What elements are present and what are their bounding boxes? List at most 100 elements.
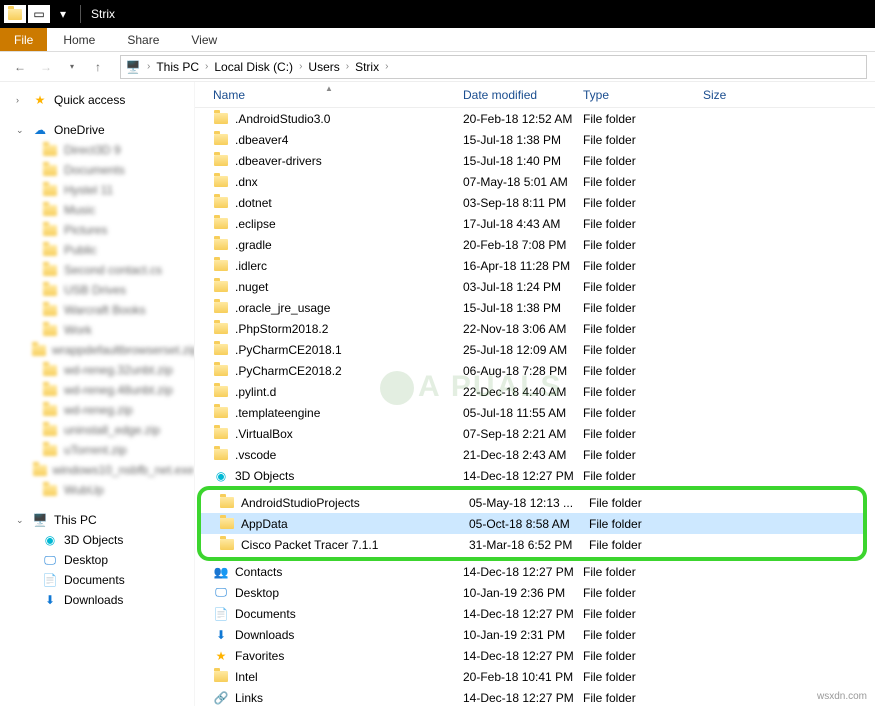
nav-blurred-item[interactable]: Documents [10, 160, 194, 180]
forward-button[interactable]: → [34, 55, 58, 79]
nav-blurred-item[interactable]: WubUp [10, 480, 194, 500]
file-row[interactable]: .dotnet03-Sep-18 8:11 PMFile folder [195, 192, 875, 213]
qat-dropdown-icon[interactable]: ▾ [52, 5, 74, 23]
file-row[interactable]: .PhpStorm2018.222-Nov-18 3:06 AMFile fol… [195, 318, 875, 339]
file-tab[interactable]: File [0, 28, 47, 51]
file-row[interactable]: 🖵Desktop10-Jan-19 2:36 PMFile folder [195, 582, 875, 603]
file-list: Name ▲ Date modified Type Size .AndroidS… [195, 82, 875, 706]
file-row[interactable]: Cisco Packet Tracer 7.1.131-Mar-18 6:52 … [201, 534, 863, 555]
nav-3d-objects[interactable]: ◉3D Objects [10, 530, 194, 550]
file-row[interactable]: .AndroidStudio3.020-Feb-18 12:52 AMFile … [195, 108, 875, 129]
nav-blurred-item[interactable]: Direct3D 9 [10, 140, 194, 160]
file-row[interactable]: AppData05-Oct-18 8:58 AMFile folder [201, 513, 863, 534]
chevron-icon[interactable]: › [383, 61, 390, 72]
folder-icon [219, 537, 235, 553]
file-type: File folder [583, 175, 703, 189]
tab-share[interactable]: Share [111, 28, 175, 51]
file-row[interactable]: 📄Documents14-Dec-18 12:27 PMFile folder [195, 603, 875, 624]
chevron-icon[interactable]: › [344, 61, 351, 72]
nav-documents[interactable]: 📄Documents [10, 570, 194, 590]
file-name: .vscode [235, 448, 463, 462]
file-row[interactable]: .vscode21-Dec-18 2:43 AMFile folder [195, 444, 875, 465]
nav-blurred-item[interactable]: uninstall_edge.zip [10, 420, 194, 440]
file-row[interactable]: .dbeaver415-Jul-18 1:38 PMFile folder [195, 129, 875, 150]
file-row[interactable]: .VirtualBox07-Sep-18 2:21 AMFile folder [195, 423, 875, 444]
file-row[interactable]: .gradle20-Feb-18 7:08 PMFile folder [195, 234, 875, 255]
nav-blurred-item[interactable]: uTorrent.zip [10, 440, 194, 460]
file-row[interactable]: .dnx07-May-18 5:01 AMFile folder [195, 171, 875, 192]
back-button[interactable]: ← [8, 55, 32, 79]
collapse-icon[interactable]: ⌄ [16, 125, 26, 136]
file-row[interactable]: 🔗Links14-Dec-18 12:27 PMFile folder [195, 687, 875, 706]
header-size[interactable]: Size [703, 88, 783, 102]
file-name: .PyCharmCE2018.1 [235, 343, 463, 357]
nav-blurred-item[interactable]: Warcraft Books [10, 300, 194, 320]
qat-folder-icon[interactable] [4, 5, 26, 23]
file-date: 25-Jul-18 12:09 AM [463, 343, 583, 357]
up-button[interactable]: ↑ [86, 55, 110, 79]
file-row[interactable]: .eclipse17-Jul-18 4:43 AMFile folder [195, 213, 875, 234]
header-type[interactable]: Type [583, 88, 703, 102]
file-name: .VirtualBox [235, 427, 463, 441]
favorites-icon: ★ [213, 648, 229, 664]
file-date: 05-May-18 12:13 ... [469, 496, 589, 510]
file-row[interactable]: .PyCharmCE2018.125-Jul-18 12:09 AMFile f… [195, 339, 875, 360]
file-date: 31-Mar-18 6:52 PM [469, 538, 589, 552]
nav-blurred-item[interactable]: Pictures [10, 220, 194, 240]
chevron-icon[interactable]: › [203, 61, 210, 72]
collapse-icon[interactable]: ⌄ [16, 515, 26, 526]
crumb-disk[interactable]: Local Disk (C:) [210, 60, 297, 74]
file-row[interactable]: .idlerc16-Apr-18 11:28 PMFile folder [195, 255, 875, 276]
nav-onedrive[interactable]: ⌄ ☁ OneDrive [10, 120, 194, 140]
nav-blurred-item[interactable]: Public [10, 240, 194, 260]
file-row[interactable]: .pylint.d22-Dec-18 4:40 AMFile folder [195, 381, 875, 402]
file-row[interactable]: ⬇Downloads10-Jan-19 2:31 PMFile folder [195, 624, 875, 645]
highlight-annotation: AndroidStudioProjects05-May-18 12:13 ...… [197, 486, 867, 561]
qat-properties-icon[interactable]: ▭ [28, 5, 50, 23]
expand-icon[interactable]: › [16, 95, 26, 105]
tab-view[interactable]: View [175, 28, 233, 51]
crumb-this-pc[interactable]: This PC [152, 60, 203, 74]
file-row[interactable]: .oracle_jre_usage15-Jul-18 1:38 PMFile f… [195, 297, 875, 318]
tab-home[interactable]: Home [47, 28, 111, 51]
nav-quick-access[interactable]: › ★ Quick access [10, 90, 194, 110]
nav-blurred-item[interactable]: Work [10, 320, 194, 340]
file-type: File folder [583, 196, 703, 210]
nav-blurred-item[interactable]: wd-reneg.32unbt.zip [10, 360, 194, 380]
nav-blurred-item[interactable]: wrappdefaultbrowserset.zip [10, 340, 194, 360]
nav-blurred-item[interactable]: Second contact.cs [10, 260, 194, 280]
file-date: 14-Dec-18 12:27 PM [463, 607, 583, 621]
file-row[interactable]: Intel20-Feb-18 10:41 PMFile folder [195, 666, 875, 687]
file-name: Downloads [235, 628, 463, 642]
nav-blurred-item[interactable]: USB Drives [10, 280, 194, 300]
crumb-strix[interactable]: Strix [351, 60, 383, 74]
nav-blurred-item[interactable]: Music [10, 200, 194, 220]
nav-desktop[interactable]: 🖵Desktop [10, 550, 194, 570]
file-row[interactable]: AndroidStudioProjects05-May-18 12:13 ...… [201, 492, 863, 513]
breadcrumb[interactable]: 🖥️ › This PC › Local Disk (C:) › Users ›… [120, 55, 867, 79]
header-date[interactable]: Date modified [463, 88, 583, 102]
file-row[interactable]: .nuget03-Jul-18 1:24 PMFile folder [195, 276, 875, 297]
3d-objects-icon: ◉ [213, 468, 229, 484]
file-row[interactable]: ◉3D Objects14-Dec-18 12:27 PMFile folder [195, 465, 875, 486]
crumb-users[interactable]: Users [304, 60, 343, 74]
nav-blurred-item[interactable]: windows10_nsbfb_net.exe [10, 460, 194, 480]
nav-downloads[interactable]: ⬇Downloads [10, 590, 194, 610]
nav-this-pc[interactable]: ⌄ 🖥️ This PC [10, 510, 194, 530]
file-date: 22-Dec-18 4:40 AM [463, 385, 583, 399]
file-type: File folder [589, 517, 709, 531]
nav-blurred-item[interactable]: wd-reneg.48unbt.zip [10, 380, 194, 400]
nav-blurred-item[interactable]: wd-reneg.zip [10, 400, 194, 420]
chevron-icon[interactable]: › [297, 61, 304, 72]
file-date: 07-Sep-18 2:21 AM [463, 427, 583, 441]
chevron-icon[interactable]: › [145, 61, 152, 72]
file-date: 07-May-18 5:01 AM [463, 175, 583, 189]
recent-dropdown[interactable]: ▾ [60, 55, 84, 79]
file-row[interactable]: 👥Contacts14-Dec-18 12:27 PMFile folder [195, 561, 875, 582]
file-row[interactable]: .dbeaver-drivers15-Jul-18 1:40 PMFile fo… [195, 150, 875, 171]
file-row[interactable]: ★Favorites14-Dec-18 12:27 PMFile folder [195, 645, 875, 666]
nav-blurred-item[interactable]: Hystel 11 [10, 180, 194, 200]
header-name[interactable]: Name [213, 88, 463, 102]
file-row[interactable]: .templateengine05-Jul-18 11:55 AMFile fo… [195, 402, 875, 423]
file-row[interactable]: .PyCharmCE2018.206-Aug-18 7:28 PMFile fo… [195, 360, 875, 381]
